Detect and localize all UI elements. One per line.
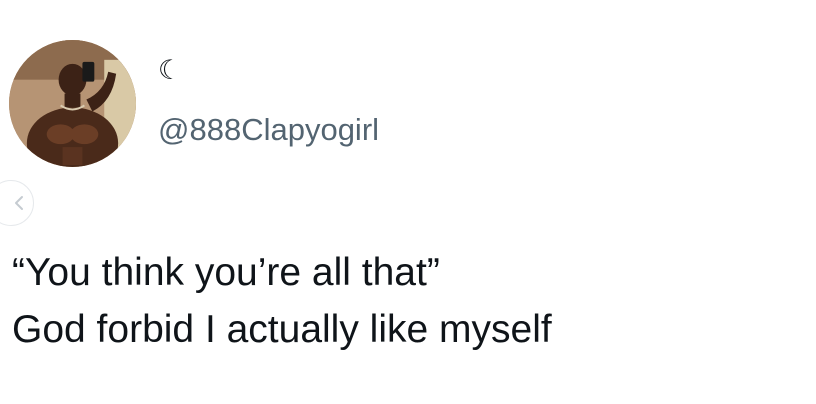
previous-button[interactable] bbox=[0, 180, 34, 226]
tweet-text-line: God forbid I actually like myself bbox=[12, 308, 552, 351]
display-name[interactable]: ☾ bbox=[158, 56, 182, 86]
tweet-text: “You think you’re all that” God forbid I… bbox=[12, 244, 802, 358]
avatar[interactable] bbox=[9, 40, 136, 167]
user-handle[interactable]: @888Clapyogirl bbox=[158, 112, 379, 148]
tweet-text-line: “You think you’re all that” bbox=[12, 251, 440, 294]
avatar-photo bbox=[9, 40, 136, 167]
chevron-left-icon bbox=[15, 196, 23, 210]
